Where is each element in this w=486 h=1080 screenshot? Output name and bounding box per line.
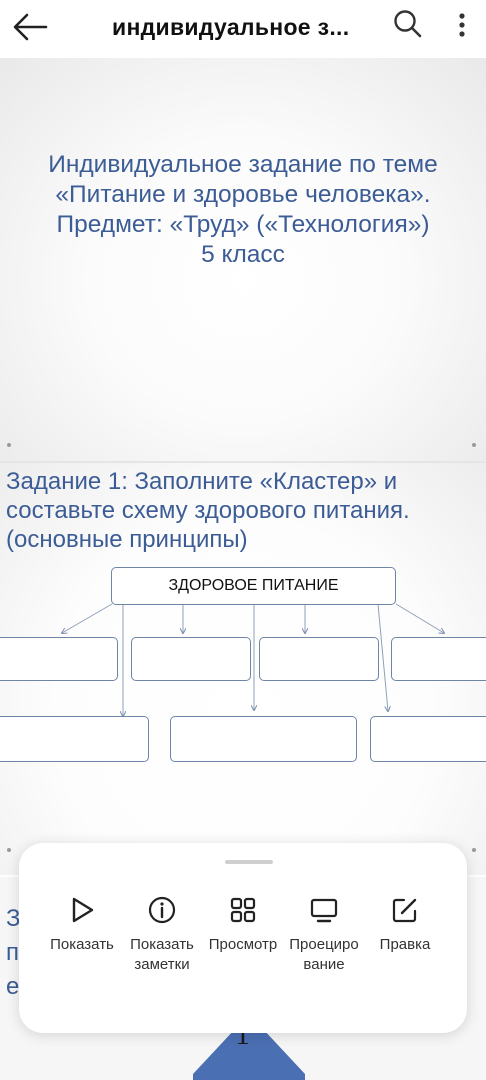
play-icon (72, 897, 94, 923)
edit-icon (392, 898, 417, 923)
cluster-empty-box (131, 637, 251, 681)
slide-1-title: Индивидуальное задание по теме «Питание … (10, 150, 476, 270)
cluster-center-box: ЗДОРОВОЕ ПИТАНИЕ (111, 567, 396, 605)
slide-3-text-fragment: е (6, 973, 20, 1000)
cluster-empty-box (259, 637, 379, 681)
monitor-icon (310, 898, 338, 923)
projection-label: Проециро вание (289, 936, 359, 973)
bottom-action-sheet: Показать Показать заметки Просмотр Проец… (19, 843, 467, 1033)
view-button[interactable]: Просмотр (202, 895, 284, 955)
slide-2-line-1: Задание 1: Заполните «Кластер» и (6, 468, 398, 495)
cluster-empty-box (370, 716, 486, 762)
search-icon[interactable] (393, 9, 423, 39)
slide-1-line-2: «Питание и здоровье человека». (55, 181, 431, 208)
slide-1-line-4: 5 класс (201, 241, 285, 268)
slide-2-line-3: (основные принципы) (6, 526, 248, 553)
show-slideshow-label: Показать (50, 936, 114, 953)
top-app-bar: индивидуальное з... (0, 0, 486, 56)
slide-1-line-3: Предмет: «Труд» («Технология») (56, 211, 430, 238)
slide-2-thumbnail[interactable]: Задание 1: Заполните «Кластер» и составь… (0, 463, 486, 875)
document-title: индивидуальное з... (112, 14, 350, 40)
slide-3-text-fragment: п (6, 939, 19, 966)
back-arrow-icon[interactable] (12, 12, 48, 42)
show-notes-label: Показать заметки (130, 936, 194, 973)
slide-1-thumbnail[interactable]: Индивидуальное задание по теме «Питание … (0, 58, 486, 462)
slide-corner-dot (7, 848, 11, 852)
cluster-empty-box (170, 716, 357, 762)
cluster-empty-box (0, 637, 118, 681)
cluster-empty-box (0, 716, 149, 762)
projection-button[interactable]: Проециро вание (283, 895, 365, 975)
more-vertical-icon[interactable] (452, 10, 472, 40)
slide-corner-dot (472, 848, 476, 852)
slide-1-line-1: Индивидуальное задание по теме (48, 151, 438, 178)
slide-2-task-text: Задание 1: Заполните «Кластер» и составь… (6, 467, 486, 554)
edit-label: Правка (379, 936, 431, 953)
info-icon (148, 896, 176, 924)
drag-handle[interactable] (225, 860, 273, 864)
slide-corner-dot (472, 443, 476, 447)
show-notes-button[interactable]: Показать заметки (121, 895, 203, 975)
edit-button[interactable]: Правка (364, 895, 446, 955)
grid-icon (230, 897, 256, 923)
cluster-empty-box (391, 637, 486, 681)
slide-corner-dot (7, 443, 11, 447)
show-slideshow-button[interactable]: Показать (41, 895, 123, 955)
slide-2-line-2: составьте схему здорового питания. (6, 497, 410, 524)
view-label: Просмотр (208, 936, 278, 953)
